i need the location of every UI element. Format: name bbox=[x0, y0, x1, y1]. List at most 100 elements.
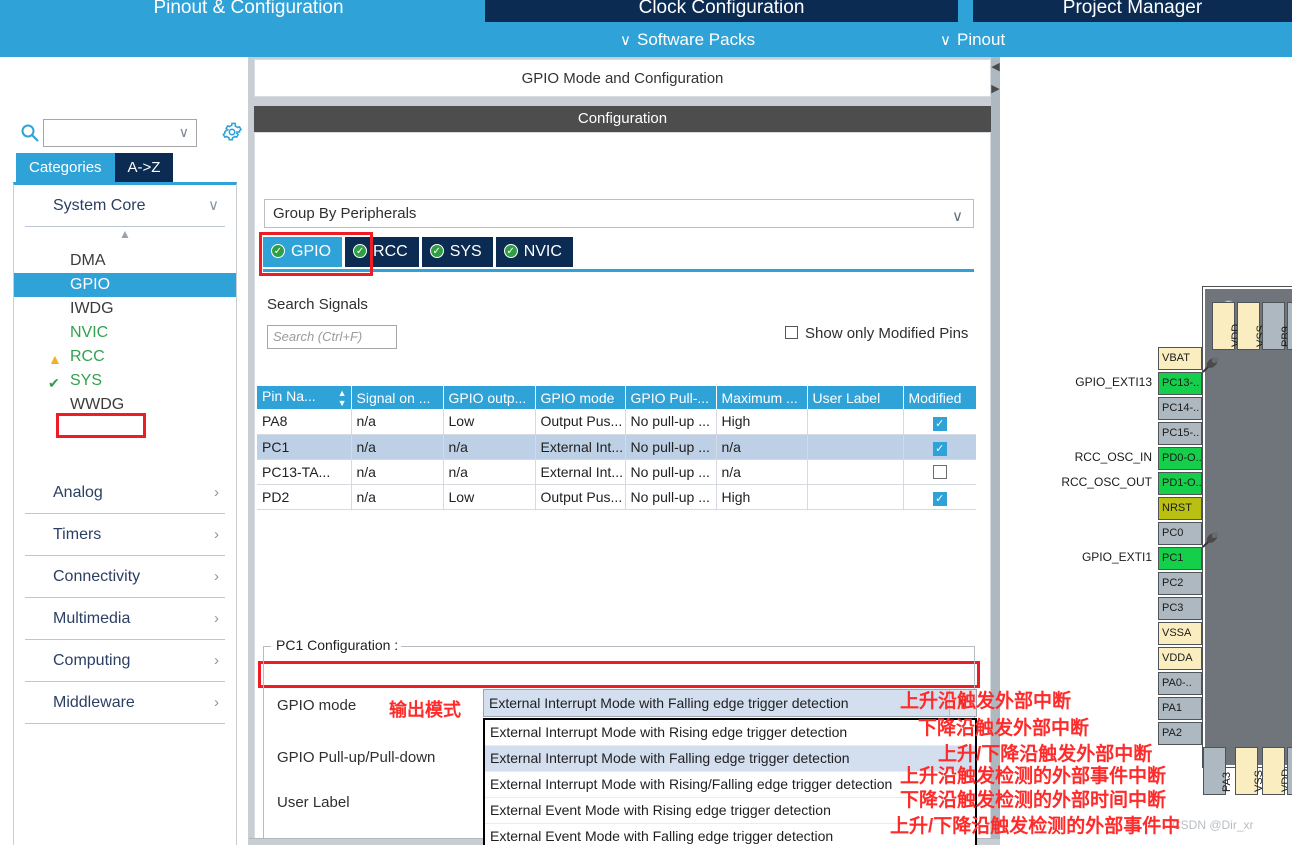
sidebar-item-rcc[interactable]: ▲ RCC bbox=[14, 345, 236, 369]
tab-sys[interactable]: ✓ SYS bbox=[421, 237, 493, 267]
top-navigation-bar: Pinout & Configuration Clock Configurati… bbox=[0, 0, 1292, 57]
tree-group-analog[interactable]: Analog › bbox=[25, 472, 225, 514]
col-pin-name[interactable]: Pin Na... ▲ ▼ bbox=[257, 386, 352, 409]
menu-software-packs[interactable]: ∨ Software Packs bbox=[620, 22, 755, 57]
chip-pin-top[interactable]: VDD bbox=[1212, 302, 1242, 350]
tree-group-multimedia[interactable]: Multimedia › bbox=[25, 598, 225, 640]
tab-clock-configuration[interactable]: Clock Configuration bbox=[485, 0, 958, 22]
chip-pin-bottom[interactable] bbox=[1287, 747, 1292, 795]
tree-group-computing-label: Computing bbox=[53, 652, 131, 669]
tree-group-middleware-label: Middleware bbox=[53, 694, 135, 711]
tree-group-computing[interactable]: Computing › bbox=[25, 640, 225, 682]
tab-categories[interactable]: Categories bbox=[16, 153, 115, 182]
tree-group-system-core[interactable]: System Core ∨ bbox=[25, 185, 225, 227]
sub-nav-row: ∨ Software Packs ∨ Pinout bbox=[0, 22, 1292, 57]
col-gpio-pullup[interactable]: GPIO Pull-... bbox=[625, 386, 717, 409]
cell-modified[interactable] bbox=[903, 459, 976, 485]
cell-signal-on: n/a bbox=[351, 434, 444, 460]
cell-maximum: High bbox=[716, 409, 808, 435]
search-icon bbox=[20, 123, 40, 143]
pinout-label: Pinout bbox=[956, 30, 1006, 49]
pin-configuration-group: PC1 Configuration : GPIO mode GPIO Pull-… bbox=[263, 637, 977, 845]
group-by-select[interactable]: Group By Peripherals ∨ bbox=[264, 199, 974, 228]
col-user-label[interactable]: User Label bbox=[807, 386, 904, 409]
tree-group-middleware[interactable]: Middleware › bbox=[25, 682, 225, 724]
cell-modified[interactable]: ✓ bbox=[903, 484, 976, 510]
check-circle-icon: ✓ bbox=[429, 244, 444, 258]
sidebar-item-iwdg[interactable]: IWDG bbox=[14, 297, 236, 321]
chip-pin-pc0[interactable]: PC0 bbox=[1158, 522, 1202, 545]
cell-gpio-mode: External Int... bbox=[535, 459, 626, 485]
chip-pin-pc1[interactable]: PC1 bbox=[1158, 547, 1202, 570]
sidebar-item-nvic[interactable]: NVIC bbox=[14, 321, 236, 345]
software-packs-label: Software Packs bbox=[636, 30, 756, 49]
chip-pin-pc13[interactable]: PC13-.. bbox=[1158, 372, 1202, 395]
chip-pin-vdda[interactable]: VDDA bbox=[1158, 647, 1202, 670]
chip-pin-pd1[interactable]: PD1-O.. bbox=[1158, 472, 1202, 495]
chip-pin-pc14[interactable]: PC14-.. bbox=[1158, 397, 1202, 420]
cell-signal-on: n/a bbox=[351, 409, 444, 435]
tree-group-connectivity[interactable]: Connectivity › bbox=[25, 556, 225, 598]
tab-pinout-and-configuration[interactable]: Pinout & Configuration bbox=[27, 0, 470, 22]
tab-nvic[interactable]: ✓ NVIC bbox=[495, 237, 573, 267]
sidebar-item-sys[interactable]: ✔ SYS bbox=[14, 369, 236, 393]
chip-pin-pd0[interactable]: PD0-O.. bbox=[1158, 447, 1202, 470]
sidebar-item-dma[interactable]: DMA bbox=[14, 249, 236, 273]
chip-pin-pc15[interactable]: PC15-.. bbox=[1158, 422, 1202, 445]
col-signal-on[interactable]: Signal on ... bbox=[351, 386, 444, 409]
chip-pin-vbat[interactable]: VBAT bbox=[1158, 347, 1202, 370]
cell-modified[interactable]: ✓ bbox=[903, 434, 976, 460]
splitter-collapse-left-icon[interactable]: ◀ bbox=[991, 60, 1000, 74]
table-row[interactable]: PD2 n/a Low Output Pus... No pull-up ...… bbox=[257, 484, 976, 510]
menu-pinout[interactable]: ∨ Pinout bbox=[940, 22, 1005, 57]
dropdown-option[interactable]: External Interrupt Mode with Rising edge… bbox=[485, 720, 975, 746]
col-pin-name-label: Pin Na... bbox=[262, 387, 316, 404]
chip-pin-pc3[interactable]: PC3 bbox=[1158, 597, 1202, 620]
tree-group-timers[interactable]: Timers › bbox=[25, 514, 225, 556]
tab-project-manager[interactable]: Project Manager bbox=[973, 0, 1292, 22]
tab-rcc[interactable]: ✓ RCC bbox=[345, 237, 419, 267]
chevron-right-icon: › bbox=[214, 610, 219, 627]
chip-pin-pa0[interactable]: PA0-.. bbox=[1158, 672, 1202, 695]
col-gpio-output[interactable]: GPIO outp... bbox=[443, 386, 536, 409]
chevron-right-icon: › bbox=[214, 568, 219, 585]
checkbox-checked-icon: ✓ bbox=[932, 442, 947, 456]
chip-pin-pc2[interactable]: PC2 bbox=[1158, 572, 1202, 595]
sidebar-item-wwdg[interactable]: WWDG bbox=[14, 393, 236, 417]
gear-icon[interactable] bbox=[221, 121, 243, 143]
chip-pin-pa2[interactable]: PA2 bbox=[1158, 722, 1202, 745]
chevron-down-icon: ∨ bbox=[178, 124, 189, 140]
tree-group-timers-label: Timers bbox=[53, 526, 102, 543]
cell-user-label bbox=[807, 409, 904, 435]
sidebar-item-wwdg-label: WWDG bbox=[70, 396, 125, 413]
search-signals-input[interactable]: Search (Ctrl+F) bbox=[267, 325, 397, 349]
table-row[interactable]: PC13-TA... n/a n/a External Int... No pu… bbox=[257, 459, 976, 485]
chevron-right-icon: › bbox=[214, 652, 219, 669]
splitter-collapse-right-icon[interactable]: ▶ bbox=[991, 82, 1000, 96]
gpio-mode-selected-value: External Interrupt Mode with Falling edg… bbox=[489, 695, 849, 711]
show-only-modified-pins-checkbox[interactable]: Show only Modified Pins bbox=[785, 325, 968, 342]
gpio-pullup-pulldown-label: GPIO Pull-up/Pull-down bbox=[277, 749, 436, 766]
chip-pin-top[interactable] bbox=[1287, 302, 1292, 350]
col-maximum[interactable]: Maximum ... bbox=[716, 386, 808, 409]
annotation-cn-1: 上升沿触发外部中断 bbox=[900, 691, 1072, 712]
chip-pin-nrst[interactable]: NRST bbox=[1158, 497, 1202, 520]
chip-pin-bottom[interactable]: VSS bbox=[1235, 747, 1265, 795]
tab-a-to-z[interactable]: A->Z bbox=[114, 153, 174, 182]
sidebar-item-gpio[interactable]: GPIO bbox=[14, 273, 236, 297]
table-row[interactable]: PC1 n/a n/a External Int... No pull-up .… bbox=[257, 434, 976, 460]
cell-modified[interactable]: ✓ bbox=[903, 409, 976, 435]
table-row[interactable]: PA8 n/a Low Output Pus... No pull-up ...… bbox=[257, 409, 976, 435]
checkbox-checked-icon: ✓ bbox=[932, 492, 947, 506]
chip-pin-bottom[interactable]: VDD bbox=[1262, 747, 1292, 795]
chip-pin-bottom[interactable]: PA3 bbox=[1203, 747, 1233, 795]
tab-gpio[interactable]: ✓ GPIO bbox=[263, 237, 343, 267]
tree-scroll-up[interactable]: ▲ bbox=[14, 227, 236, 249]
sidebar-search-combo[interactable]: ∨ bbox=[43, 119, 197, 147]
col-gpio-mode[interactable]: GPIO mode bbox=[535, 386, 626, 409]
chip-pin-top[interactable]: PB9 bbox=[1262, 302, 1292, 350]
chip-pin-vssa[interactable]: VSSA bbox=[1158, 622, 1202, 645]
chip-pin-top[interactable]: VSS bbox=[1237, 302, 1267, 350]
col-modified[interactable]: Modified bbox=[903, 386, 976, 409]
chip-pin-pa1[interactable]: PA1 bbox=[1158, 697, 1202, 720]
